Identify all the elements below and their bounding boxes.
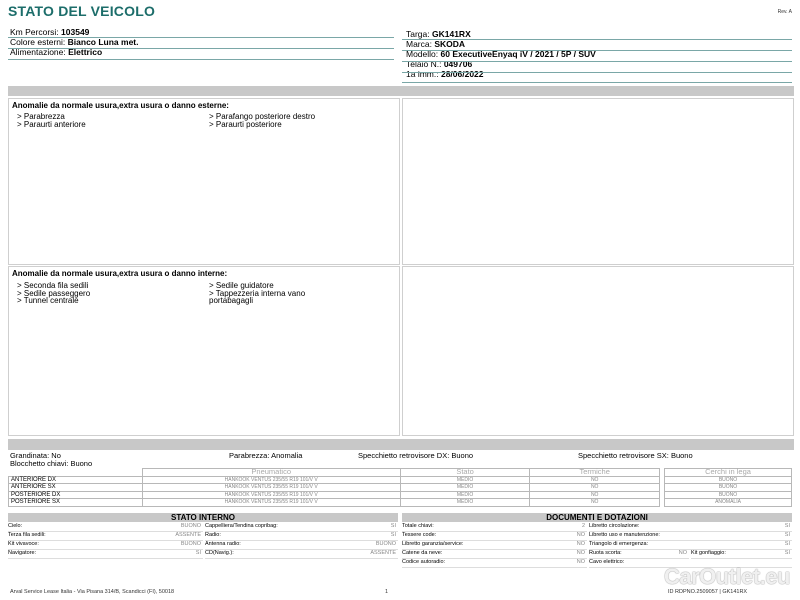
divider xyxy=(8,59,394,60)
external-damage-list-1: > Parabrezza > Paraurti anteriore xyxy=(17,113,86,128)
info-row-targa: Targa: GK141RX xyxy=(406,29,471,39)
footer-page-number: 1 xyxy=(385,589,389,595)
external-damage-title: Anomalie da normale usura,extra usura o … xyxy=(12,101,229,110)
internal-damage-list-2: > Sedile guidatore > Tappezzeria interna… xyxy=(209,282,305,305)
table-row: ANTERIORE DX HANKOOK VENTUS 235/55 R19 1… xyxy=(8,475,660,484)
stato-interno-header: STATO INTERNO xyxy=(8,513,398,522)
internal-damage-list-1: > Seconda fila sedili > Sedile passegger… xyxy=(17,282,90,305)
info-row-marca: Marca: SKODA xyxy=(406,39,466,49)
external-damage-panel: Anomalie da normale usura,extra usura o … xyxy=(8,98,400,265)
column-header: Cerchi in lega xyxy=(664,468,792,477)
footer-company: Arval Service Lease Italia - Via Pisana … xyxy=(10,589,175,595)
revision-label: Rev. A xyxy=(777,9,792,15)
list-item: CD(Navig.): ASSENTE xyxy=(205,549,398,559)
divider xyxy=(402,39,792,40)
table-row: POSTERIORE SX HANKOOK VENTUS 235/55 R19 … xyxy=(8,498,660,507)
info-row-colore: Colore esterni: Bianco Luna met. xyxy=(10,37,139,47)
info-row-immatricolazione: 1a imm.: 28/06/2022 xyxy=(406,69,484,79)
external-damage-list-2: > Parafango posteriore destro > Paraurti… xyxy=(209,113,315,128)
divider xyxy=(402,72,792,73)
list-item: Navigatore: SI xyxy=(8,549,203,559)
rims-table: Cerchi in lega BUONO BUONO BUONO ANOMALI… xyxy=(664,468,792,507)
section-separator xyxy=(8,439,794,450)
divider xyxy=(402,82,792,83)
vehicle-info-left: Km Percorsi: 103549 Colore esterni: Bian… xyxy=(10,27,139,57)
blocchetto-status: Blocchetto chiavi: Buono xyxy=(10,459,93,468)
table-header-row: Pneumatico Stato Termiche xyxy=(9,468,660,477)
divider xyxy=(8,37,394,38)
table-row: BUONO xyxy=(664,490,792,499)
specchietto-sx-status: Specchietto retrovisore SX: Buono xyxy=(578,451,693,460)
parabrezza-status: Parabrezza: Anomalia xyxy=(229,451,303,460)
divider xyxy=(402,61,792,62)
section-separator xyxy=(8,86,794,96)
list-item: portabagagli xyxy=(209,296,254,305)
internal-image-panel xyxy=(402,266,794,436)
list-item: > Paraurti posteriore xyxy=(209,119,282,129)
table-row: BUONO xyxy=(664,483,792,492)
internal-damage-title: Anomalie da normale usura,extra usura o … xyxy=(12,269,228,278)
internal-damage-panel: Anomalie da normale usura,extra usura o … xyxy=(8,266,400,436)
divider xyxy=(402,50,792,51)
column-header: Pneumatico xyxy=(141,468,401,477)
specchietto-dx-status: Specchietto retrovisore DX: Buono xyxy=(358,451,474,460)
list-item: Codice autoradio: NO xyxy=(402,558,587,568)
divider xyxy=(8,48,394,49)
table-row: POSTERIORE DX HANKOOK VENTUS 235/55 R19 … xyxy=(8,490,660,499)
watermark-logo: CarOutlet.eu xyxy=(663,564,791,589)
table-row: ANOMALIA xyxy=(664,498,792,507)
list-item: > Tunnel centrale xyxy=(17,296,79,305)
column-header: Termiche xyxy=(529,468,660,477)
column-header: Stato xyxy=(399,468,531,477)
external-image-panel xyxy=(402,98,794,265)
info-row-km: Km Percorsi: 103549 xyxy=(10,27,90,37)
table-row: BUONO xyxy=(664,475,792,484)
tyres-table: Pneumatico Stato Termiche ANTERIORE DX H… xyxy=(8,468,660,507)
list-item: > Paraurti anteriore xyxy=(17,119,86,129)
documenti-header: DOCUMENTI E DOTAZIONI xyxy=(402,513,792,522)
table-row: ANTERIORE SX HANKOOK VENTUS 235/55 R19 1… xyxy=(8,483,660,492)
page-title: STATO DEL VEICOLO xyxy=(8,3,156,19)
